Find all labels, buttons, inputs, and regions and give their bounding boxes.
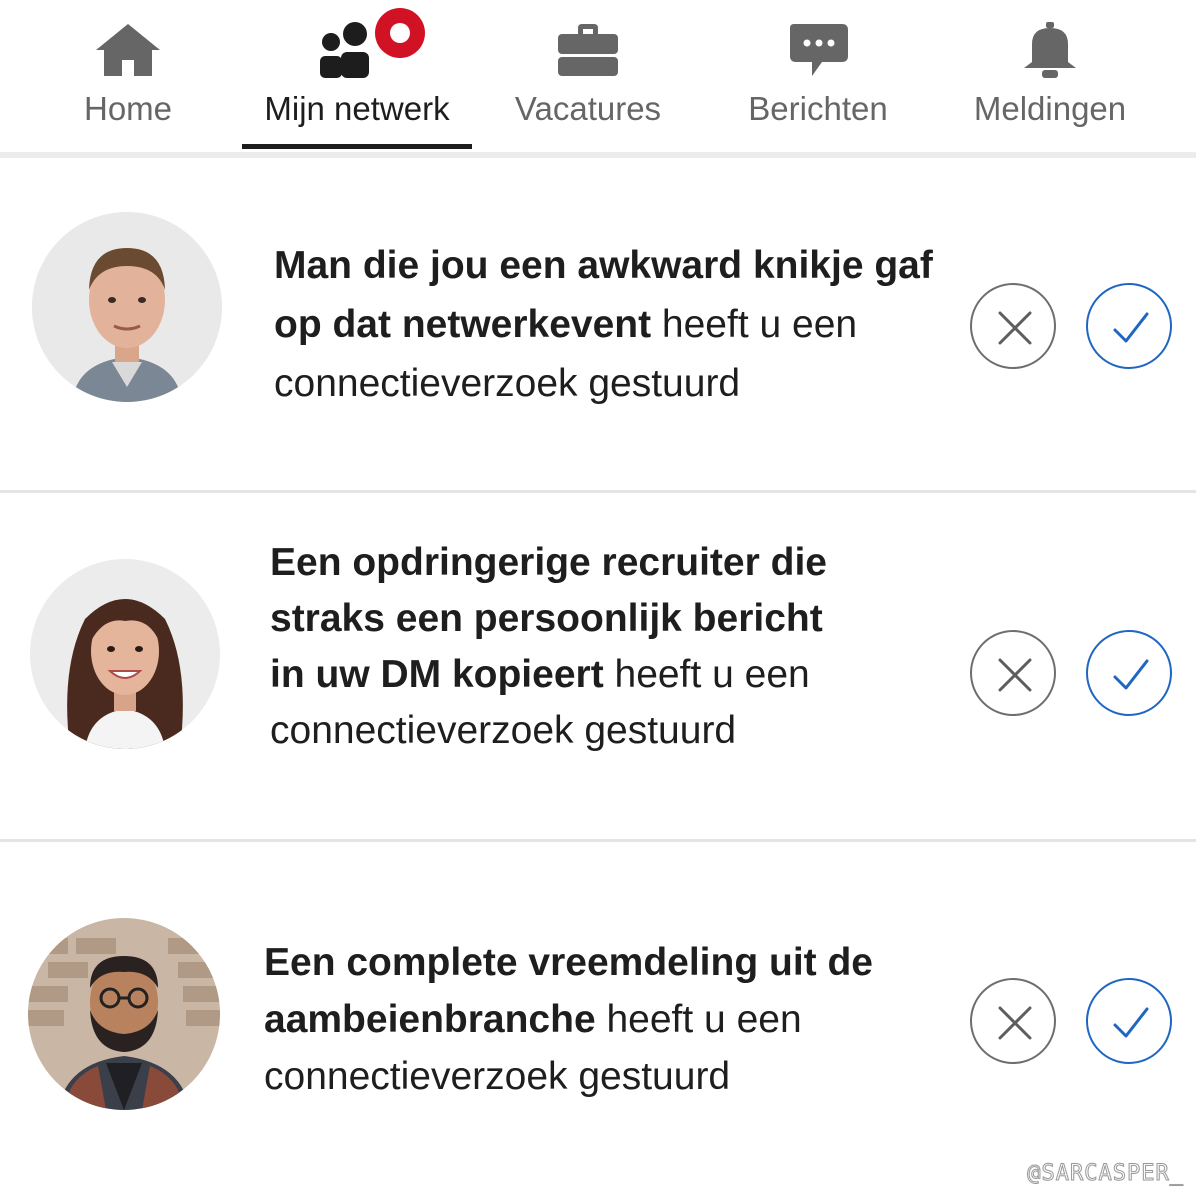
nav-item-messages[interactable]: Berichten xyxy=(720,0,916,150)
checkmark-icon xyxy=(1113,1007,1149,1038)
nav-item-jobs[interactable]: Vacatures xyxy=(490,0,686,150)
close-icon xyxy=(998,658,1032,692)
request-text-2: Een opdringerige recruiter die straks ee… xyxy=(270,535,850,759)
home-icon xyxy=(92,20,164,82)
request-text-1: Man die jou een awkward knikje gaf op da… xyxy=(274,236,934,413)
nav-item-my-network[interactable]: Mijn netwerk xyxy=(242,0,472,150)
connection-request-2: Een opdringerige recruiter die straks ee… xyxy=(0,493,1196,839)
watermark: @SARCASPER_ xyxy=(1027,1161,1184,1187)
nav-label-home: Home xyxy=(83,90,173,127)
checkmark-icon xyxy=(1113,312,1149,343)
nav-label-messages: Berichten xyxy=(748,90,888,127)
top-navigation: Home Mijn netwerk Vacatures Berichten Me… xyxy=(0,0,1196,152)
man-avatar[interactable] xyxy=(32,212,222,402)
nav-label-notifications: Meldingen xyxy=(973,90,1127,127)
woman-avatar[interactable] xyxy=(30,559,220,749)
accept-button-3[interactable] xyxy=(1086,978,1172,1064)
notification-badge xyxy=(375,8,425,58)
ignore-button-2[interactable] xyxy=(970,630,1056,716)
nav-label-my-network: Mijn netwerk xyxy=(264,90,450,127)
connection-request-1: Man die jou een awkward knikje gaf op da… xyxy=(0,158,1196,490)
accept-button-1[interactable] xyxy=(1086,283,1172,369)
checkmark-icon xyxy=(1113,659,1149,690)
briefcase-icon xyxy=(552,20,624,82)
close-icon xyxy=(998,1006,1032,1040)
ignore-button-3[interactable] xyxy=(970,978,1056,1064)
close-icon xyxy=(998,311,1032,345)
chat-icon xyxy=(782,20,854,82)
accept-button-2[interactable] xyxy=(1086,630,1172,716)
request-text-3: Een complete vreemdeling uit de aambeien… xyxy=(264,934,944,1105)
nav-item-home[interactable]: Home xyxy=(30,0,226,150)
bell-icon xyxy=(1014,20,1086,82)
bearded-man-avatar[interactable] xyxy=(28,918,220,1110)
connection-request-3: Een complete vreemdeling uit de aambeien… xyxy=(0,842,1196,1172)
nav-label-jobs: Vacatures xyxy=(514,90,662,127)
nav-item-notifications[interactable]: Meldingen xyxy=(950,0,1150,150)
active-tab-indicator xyxy=(242,144,472,149)
ignore-button-1[interactable] xyxy=(970,283,1056,369)
